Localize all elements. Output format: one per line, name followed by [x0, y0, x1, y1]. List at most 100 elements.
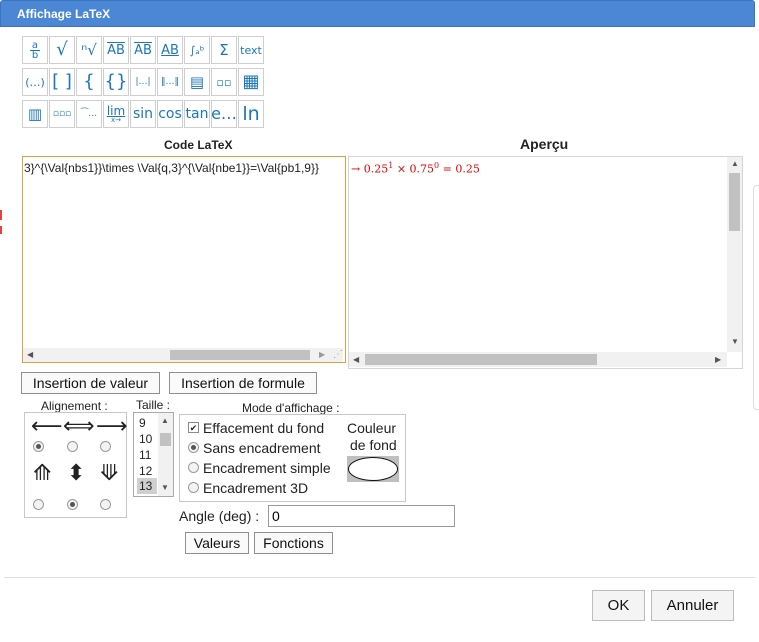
scroll-right-icon[interactable]: ▶ [715, 355, 721, 364]
brackets-icon[interactable]: [ ] [49, 68, 75, 96]
preview-times: × [396, 162, 407, 176]
background-color-label: Couleur [347, 420, 397, 436]
background-color-swatch[interactable] [347, 456, 399, 482]
row-vector-icon[interactable]: ▫▫▫ [49, 100, 75, 128]
preview-arrow: → [351, 162, 361, 176]
resize-grip-icon[interactable]: ⋰ [333, 349, 343, 360]
angle-input[interactable] [268, 505, 455, 527]
text-icon[interactable]: text [238, 36, 264, 64]
preview-hscroll-thumb[interactable] [365, 354, 597, 365]
ok-button[interactable]: OK [592, 590, 645, 621]
latex-code-editor[interactable]: 3}^{\Val{nbs1}}\times \Val{q,3}^{\Val{nb… [22, 156, 346, 363]
insert-value-button[interactable]: Insertion de valeur [21, 372, 160, 394]
frame-3d-label: Encadrement 3D [203, 480, 309, 496]
norm-icon[interactable]: ‖…‖ [157, 68, 183, 96]
size-listbox[interactable]: 9 10 11 12 13 ▲ ▼ [133, 412, 174, 497]
square-root-icon[interactable]: √ [49, 36, 75, 64]
natural-log-icon[interactable]: ln [238, 100, 264, 128]
size-option[interactable]: 10 [139, 432, 152, 446]
angle-label: Angle (deg) : [179, 508, 260, 524]
latex-code-text[interactable]: 3}^{\Val{nbs1}}\times \Val{q,3}^{\Val{nb… [24, 161, 319, 175]
scroll-up-icon[interactable]: ▲ [731, 159, 739, 168]
size-scroll-thumb[interactable] [160, 433, 171, 446]
align-top-radio[interactable] [33, 499, 44, 510]
align-center-radio[interactable] [67, 441, 78, 452]
background-artifact [0, 210, 2, 220]
size-scrollbar[interactable]: ▲ ▼ [158, 413, 173, 496]
preview-exponent-1: 1 [388, 161, 394, 170]
exponential-icon[interactable]: e… [211, 100, 237, 128]
sine-icon[interactable]: sin [130, 100, 156, 128]
fraction-icon[interactable]: ab [22, 36, 48, 64]
row-matrix-icon[interactable]: ▫▫ [211, 68, 237, 96]
align-middle-radio[interactable] [67, 499, 78, 510]
preview-horizontal-scrollbar[interactable]: ◀ ▶ [349, 352, 727, 367]
simple-frame-radio[interactable] [188, 462, 199, 473]
scroll-left-icon[interactable]: ◀ [353, 355, 359, 364]
limit-icon[interactable]: lim x→ [103, 100, 129, 128]
braces-icon[interactable]: {} [103, 68, 129, 96]
editor-horizontal-scrollbar[interactable]: ◀ ▶ [23, 348, 343, 362]
preview-vertical-scrollbar[interactable]: ▲ ▼ [727, 157, 742, 352]
align-right-icon[interactable]: ⟶ [96, 416, 128, 438]
align-center-horizontal-icon[interactable]: ⟺ [63, 416, 95, 438]
latex-symbol-toolbar: ab √ ⁿ√ AB AB AB ∫ₐᵇ Σ text (…) [ ] { {}… [22, 36, 272, 132]
clear-background-label: Effacement du fond [203, 420, 325, 436]
display-mode-group: ✔ Effacement du fond Sans encadrement En… [179, 414, 406, 502]
arc-icon[interactable]: ⁀… [76, 100, 102, 128]
vertical-stack-icon[interactable]: ▤ [184, 68, 210, 96]
preview-base-1: 0.25 [363, 162, 389, 176]
no-frame-label: Sans encadrement [203, 440, 321, 456]
size-option[interactable]: 12 [139, 464, 152, 478]
cosine-icon[interactable]: cos [157, 100, 183, 128]
size-option-selected[interactable]: 13 [139, 479, 152, 493]
dialog-title-bar[interactable]: Affichage LaTeX [0, 0, 755, 27]
align-left-radio[interactable] [33, 441, 44, 452]
limit-label: lim [106, 103, 126, 118]
editor-scroll-thumb[interactable] [170, 350, 310, 360]
tangent-icon[interactable]: tan [184, 100, 210, 128]
display-mode-label: Mode d'affichage : [242, 401, 340, 415]
vector-icon[interactable]: AB [103, 36, 129, 64]
scroll-up-icon[interactable]: ▲ [161, 416, 169, 425]
no-frame-radio[interactable] [188, 442, 199, 453]
underline-icon[interactable]: AB [157, 36, 183, 64]
scroll-right-icon[interactable]: ▶ [319, 350, 325, 359]
integral-icon[interactable]: ∫ₐᵇ [184, 36, 210, 64]
align-bottom-radio[interactable] [100, 499, 111, 510]
nth-root-icon[interactable]: ⁿ√ [76, 36, 102, 64]
preview-base-2: 0.75 [409, 162, 435, 176]
align-right-radio[interactable] [100, 441, 111, 452]
segment-overline-icon[interactable]: AB [130, 36, 156, 64]
limit-subscript: x→ [110, 115, 121, 124]
alignment-group: ⟵ ⟺ ⟶ ⟰ ⬍ ⟱ [24, 412, 128, 518]
scroll-down-icon[interactable]: ▼ [731, 337, 739, 346]
size-option[interactable]: 11 [139, 448, 151, 462]
background-artifact [0, 226, 2, 234]
column-vector-icon[interactable]: ▥ [22, 100, 48, 128]
align-bottom-icon[interactable]: ⟱ [100, 463, 118, 485]
parentheses-icon[interactable]: (…) [22, 68, 48, 96]
scroll-left-icon[interactable]: ◀ [27, 350, 33, 359]
frame-3d-radio[interactable] [188, 482, 199, 493]
footer-divider [4, 577, 755, 578]
size-option[interactable]: 9 [139, 416, 146, 430]
absolute-value-icon[interactable]: |…| [130, 68, 156, 96]
align-top-icon[interactable]: ⟰ [33, 463, 51, 485]
cancel-button[interactable]: Annuler [651, 590, 734, 621]
preview-formula: → 0.251 × 0.750 = 0.25 [351, 161, 480, 176]
simple-frame-label: Encadrement simple [203, 460, 331, 476]
background-color-label-2: de fond [350, 437, 397, 453]
functions-button[interactable]: Fonctions [254, 532, 333, 554]
align-middle-icon[interactable]: ⬍ [67, 463, 85, 485]
preview-vscroll-thumb[interactable] [729, 173, 740, 231]
code-latex-label: Code LaTeX [164, 138, 233, 152]
values-button[interactable]: Valeurs [185, 532, 249, 554]
align-left-icon[interactable]: ⟵ [31, 416, 63, 438]
scroll-down-icon[interactable]: ▼ [161, 483, 169, 492]
clear-background-checkbox[interactable]: ✔ [188, 422, 199, 433]
left-brace-icon[interactable]: { [76, 68, 102, 96]
sum-icon[interactable]: Σ [211, 36, 237, 64]
matrix-icon[interactable]: ▦ [238, 68, 264, 96]
insert-formula-button[interactable]: Insertion de formule [169, 372, 317, 394]
